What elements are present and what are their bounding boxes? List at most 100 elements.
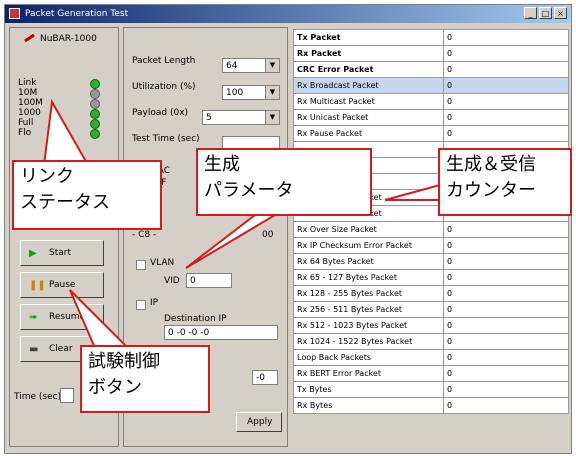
- counter-name: Rx Pause Packet: [293, 125, 444, 142]
- counter-value: 0: [443, 93, 569, 110]
- counter-value: 0: [443, 397, 569, 414]
- status-led-icon: [90, 99, 100, 109]
- counter-value: 0: [443, 109, 569, 126]
- counter-value: 0: [443, 285, 569, 302]
- pause-label: Pause: [49, 280, 76, 290]
- counter-name: Rx 256 - 511 Bytes Packet: [293, 301, 444, 318]
- counter-value: 0: [443, 365, 569, 382]
- counter-name: Tx Packet: [293, 29, 444, 46]
- counter-row: Rx 256 - 511 Bytes Packet 0: [293, 301, 569, 318]
- packet-length-value: 64: [226, 61, 238, 71]
- counter-value: 0: [443, 269, 569, 286]
- time-label: Time (sec): [14, 392, 62, 402]
- apply-label: Apply: [247, 417, 273, 427]
- resume-button[interactable]: ➠ Resume: [20, 304, 104, 330]
- counter-row: Rx 1024 - 1522 Bytes Packet 0: [293, 333, 569, 350]
- play-icon: ▶: [29, 248, 37, 259]
- status-led-icon: [90, 119, 100, 129]
- minimize-button[interactable]: _: [524, 7, 537, 19]
- counter-value: 0: [443, 221, 569, 238]
- test-time-label: Test Time (sec): [132, 134, 200, 144]
- destination-ip-label: Destination IP: [164, 314, 227, 324]
- counter-name: Rx Packet: [293, 45, 444, 62]
- counter-name: CRC Error Packet: [293, 61, 444, 78]
- counter-value: 0: [443, 317, 569, 334]
- counter-name: Rx 1024 - 1522 Bytes Packet: [293, 333, 444, 350]
- counter-value: 0: [443, 29, 569, 46]
- start-button[interactable]: ▶ Start: [20, 240, 104, 266]
- counter-value: 0: [443, 45, 569, 62]
- status-led-icon: [90, 129, 100, 139]
- counter-name: Rx Over Size Packet: [293, 221, 444, 238]
- ip-label: IP: [150, 298, 159, 308]
- counter-row: Rx IP Checksum Error Packet 0: [293, 237, 569, 254]
- counter-name: Rx IP Checksum Error Packet: [293, 237, 444, 254]
- counter-value: 0: [443, 77, 569, 94]
- app-icon: [9, 8, 20, 19]
- status-led-icon: [90, 79, 100, 89]
- counter-row: Rx 128 - 255 Bytes Packet 0: [293, 285, 569, 302]
- clear-label: Clear: [49, 344, 73, 354]
- apply-button[interactable]: Apply: [236, 412, 282, 432]
- mac2-value: - C8 -: [132, 230, 157, 240]
- link-status-callout: リンク ステータス: [12, 160, 162, 230]
- counter-name: Rx Unicast Packet: [293, 109, 444, 126]
- ip-checkbox[interactable]: [136, 300, 146, 310]
- start-label: Start: [49, 248, 71, 258]
- counter-row: Rx BERT Error Packet 0: [293, 365, 569, 382]
- status-label: 10M: [18, 88, 38, 98]
- status-label: 1000: [18, 108, 41, 118]
- packet-length-select[interactable]: 64 ▼: [222, 58, 280, 73]
- counter-row: Rx 65 - 127 Bytes Packet 0: [293, 269, 569, 286]
- counter-row: CRC Error Packet 0: [293, 61, 569, 78]
- counter-name: Tx Bytes: [293, 381, 444, 398]
- counter-row: Tx Bytes 0: [293, 381, 569, 398]
- counter-row: Tx Packet 0: [293, 29, 569, 46]
- window-title: Packet Generation Test: [25, 9, 129, 19]
- payload-value: 5: [206, 113, 212, 123]
- counter-row: Rx Bytes 0: [293, 397, 569, 414]
- packet-length-label: Packet Length: [132, 56, 196, 66]
- counter-value: 0: [443, 253, 569, 270]
- counter-value: 0: [443, 125, 569, 142]
- device-name: NuBAR-1000: [40, 34, 97, 44]
- counter-name: Rx 64 Bytes Packet: [293, 253, 444, 270]
- counter-name: Rx BERT Error Packet: [293, 365, 444, 382]
- counter-row: Rx Pause Packet 0: [293, 125, 569, 142]
- status-label: Link: [18, 78, 37, 88]
- source-ip-field[interactable]: -0: [252, 370, 278, 385]
- clear-icon: ▬: [29, 344, 39, 355]
- utilization-label: Utilization (%): [132, 82, 196, 92]
- destination-ip-field[interactable]: 0 -0 -0 -0: [164, 325, 278, 340]
- counter-value: 0: [443, 301, 569, 318]
- time-field[interactable]: [60, 388, 74, 403]
- title-bar: Packet Generation Test _ □ ×: [5, 5, 571, 23]
- counter-name: Rx Multicast Packet: [293, 93, 444, 110]
- payload-select[interactable]: 5 ▼: [202, 110, 280, 125]
- counter-name: Rx 128 - 255 Bytes Packet: [293, 285, 444, 302]
- vid-field[interactable]: 0: [186, 273, 232, 288]
- counter-name: Rx Broadcast Packet: [293, 77, 444, 94]
- vid-label: VID: [164, 276, 180, 286]
- counter-name: Rx Bytes: [293, 397, 444, 414]
- counter-value: 0: [443, 61, 569, 78]
- status-led-icon: [90, 89, 100, 99]
- vlan-label: VLAN: [150, 258, 175, 268]
- counters-callout: 生成＆受信 カウンター: [438, 148, 572, 216]
- payload-label: Payload (0x): [132, 108, 189, 118]
- close-button[interactable]: ×: [554, 7, 567, 19]
- test-buttons-callout: 試験制御 ボタン: [80, 345, 210, 413]
- chevron-down-icon: ▼: [265, 86, 279, 99]
- status-led-icon: [90, 109, 100, 119]
- counter-row: Rx 64 Bytes Packet 0: [293, 253, 569, 270]
- counter-name: Loop Back Packets: [293, 349, 444, 366]
- chevron-down-icon: ▼: [265, 111, 279, 124]
- maximize-button[interactable]: □: [539, 7, 552, 19]
- counter-value: 0: [443, 237, 569, 254]
- utilization-select[interactable]: 100 ▼: [222, 85, 280, 100]
- counter-name: Rx 65 - 127 Bytes Packet: [293, 269, 444, 286]
- counter-row: Rx 512 - 1023 Bytes Packet 0: [293, 317, 569, 334]
- pause-button[interactable]: ❚❚ Pause: [20, 272, 104, 298]
- vlan-checkbox[interactable]: [136, 260, 146, 270]
- counter-row: Rx Packet 0: [293, 45, 569, 62]
